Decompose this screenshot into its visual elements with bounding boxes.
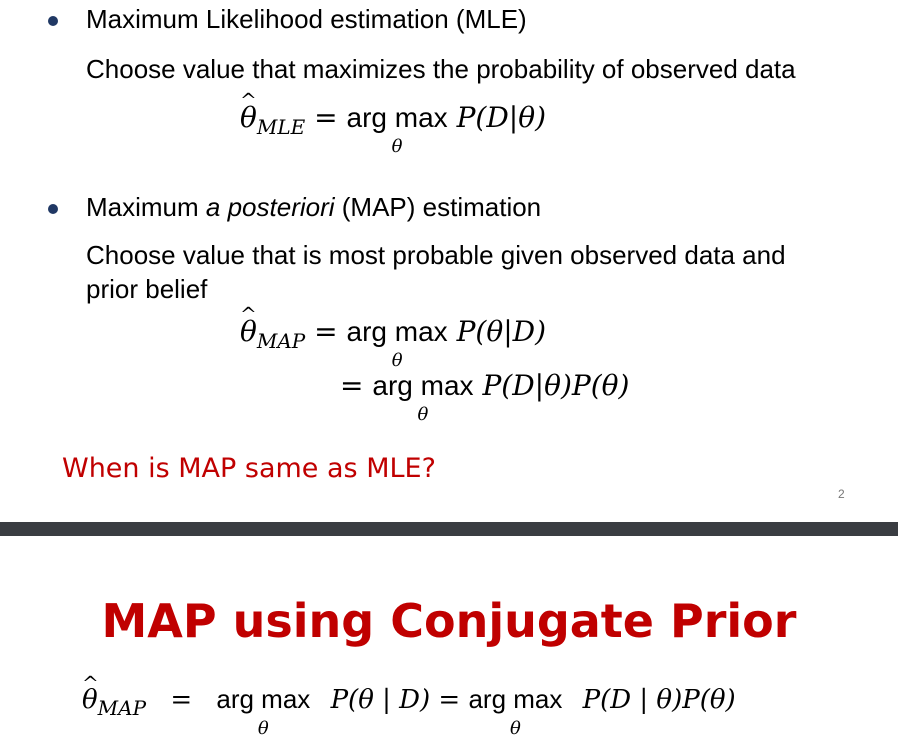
map-equation-line1: ^ θMAP = arg max θ P(θ|D): [240, 302, 547, 371]
conjugate-map-equation: ^ θMAP = arg max θ P(θ | D) = arg max θ P(D…: [82, 671, 736, 739]
mle-description: Choose value that maximizes the probabil…: [86, 54, 796, 84]
slide-title: MAP using Conjugate Prior: [101, 594, 797, 648]
slide-divider: [0, 522, 898, 536]
slide-mle-map: Maximum Likelihood estimation (MLE) Choo…: [0, 0, 898, 522]
bullet-mle-title: Maximum Likelihood estimation (MLE): [86, 4, 527, 34]
map-equation-line2: = arg max θ P(D|θ)P(θ): [340, 369, 630, 425]
bullet-dot: [48, 204, 58, 214]
page-number: 2: [838, 487, 845, 501]
question-text: When is MAP same as MLE?: [62, 453, 436, 484]
bullet-dot: [48, 16, 58, 26]
map-description-line2: prior belief: [86, 274, 208, 304]
map-description-line1: Choose value that is most probable given…: [86, 240, 786, 270]
slide-conjugate-prior: MAP using Conjugate Prior ^ θMAP = arg ma…: [0, 536, 898, 743]
mle-equation: ^ θMLE = arg max θ P(D|θ): [240, 88, 546, 157]
bullet-map-title: Maximum a posteriori (MAP) estimation: [86, 192, 542, 222]
